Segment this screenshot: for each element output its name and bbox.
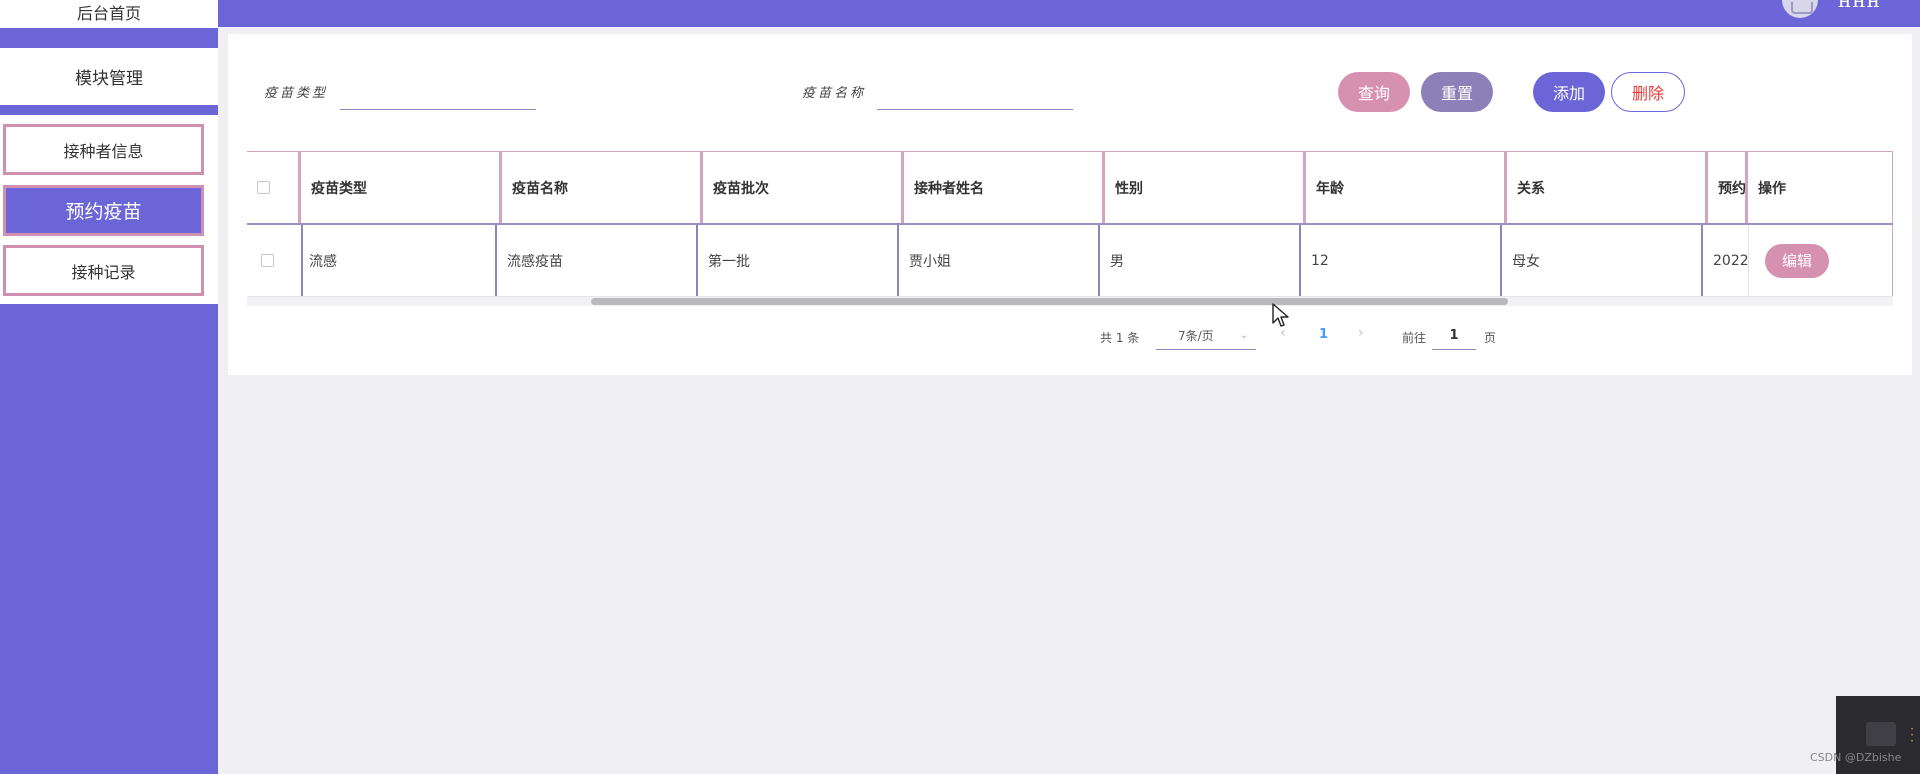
cell-vaccine-type: 流感 bbox=[301, 225, 497, 296]
top-bar bbox=[218, 0, 1920, 27]
sidebar-item-vaccination-records[interactable]: 接种记录 bbox=[3, 245, 204, 296]
sidebar-item-recipient-info[interactable]: 接种者信息 bbox=[3, 124, 204, 175]
goto-page-input[interactable] bbox=[1432, 322, 1476, 350]
vaccine-type-input[interactable] bbox=[340, 82, 536, 110]
header-actions: 操作 bbox=[1748, 152, 1893, 223]
header-vaccine-batch[interactable]: 疫苗批次 bbox=[703, 152, 904, 223]
page-number-1[interactable]: 1 bbox=[1319, 327, 1328, 342]
header-appointment[interactable]: 预约 bbox=[1708, 152, 1748, 223]
header-vaccine-name[interactable]: 疫苗名称 bbox=[502, 152, 703, 223]
more-dots-icon[interactable]: · · · bbox=[1910, 723, 1914, 747]
main-panel: 疫苗类型 疫苗名称 查询 重置 添加 删除 疫苗类型 疫苗名称 疫苗批次 接种者… bbox=[228, 34, 1912, 375]
page-size-select[interactable]: 7条/页 ⌄ bbox=[1156, 322, 1256, 350]
header-recipient-name[interactable]: 接种者姓名 bbox=[904, 152, 1105, 223]
horizontal-scrollbar-thumb[interactable] bbox=[591, 298, 1508, 305]
cell-actions: 编辑 bbox=[1748, 225, 1893, 296]
sidebar-item-book-vaccine[interactable]: 预约疫苗 bbox=[3, 185, 204, 236]
table-row[interactable]: 流感 流感疫苗 第一批 贾小姐 男 12 母女 2022-02 编辑 bbox=[247, 225, 1893, 297]
select-all-cell bbox=[247, 152, 301, 223]
cell-relationship: 母女 bbox=[1502, 225, 1703, 296]
next-page-icon[interactable]: › bbox=[1358, 325, 1364, 341]
mouse-cursor-icon bbox=[1272, 303, 1289, 327]
reset-button[interactable]: 重置 bbox=[1421, 72, 1493, 112]
cell-age: 12 bbox=[1301, 225, 1502, 296]
select-all-checkbox[interactable] bbox=[257, 181, 270, 194]
cell-gender: 男 bbox=[1100, 225, 1301, 296]
cell-vaccine-batch: 第一批 bbox=[698, 225, 899, 296]
edit-button[interactable]: 编辑 bbox=[1765, 243, 1829, 278]
header-relationship[interactable]: 关系 bbox=[1507, 152, 1708, 223]
cell-vaccine-name: 流感疫苗 bbox=[497, 225, 698, 296]
data-table: 疫苗类型 疫苗名称 疫苗批次 接种者姓名 性别 年龄 关系 预约 操作 流感 流… bbox=[247, 151, 1893, 305]
delete-button[interactable]: 删除 bbox=[1611, 72, 1685, 112]
cell-recipient-name: 贾小姐 bbox=[899, 225, 1100, 296]
table-header: 疫苗类型 疫苗名称 疫苗批次 接种者姓名 性别 年龄 关系 预约 操作 bbox=[247, 151, 1893, 225]
goto-label: 前往 bbox=[1402, 331, 1427, 345]
chevron-down-icon: ⌄ bbox=[1239, 330, 1248, 341]
vaccine-type-label: 疫苗类型 bbox=[264, 86, 329, 101]
widget-icon bbox=[1866, 722, 1896, 746]
username[interactable]: ннн bbox=[1838, 0, 1881, 12]
sidebar: 后台首页 模块管理 接种者信息 预约疫苗 接种记录 bbox=[0, 0, 218, 774]
vaccine-name-label: 疫苗名称 bbox=[802, 86, 867, 101]
row-select-cell bbox=[247, 225, 301, 296]
sidebar-item-module-management[interactable]: 模块管理 bbox=[0, 48, 218, 105]
pagination-total: 共 1 条 bbox=[1100, 331, 1140, 345]
header-vaccine-type[interactable]: 疫苗类型 bbox=[301, 152, 502, 223]
add-button[interactable]: 添加 bbox=[1533, 72, 1605, 112]
header-age[interactable]: 年龄 bbox=[1306, 152, 1507, 223]
sidebar-item-home[interactable]: 后台首页 bbox=[0, 0, 218, 28]
vaccine-name-input[interactable] bbox=[877, 82, 1073, 110]
watermark: CSDN @DZbishe bbox=[1810, 751, 1902, 764]
query-button[interactable]: 查询 bbox=[1338, 72, 1410, 112]
sidebar-submenu: 接种者信息 预约疫苗 接种记录 bbox=[0, 115, 218, 304]
header-gender[interactable]: 性别 bbox=[1105, 152, 1306, 223]
goto-suffix: 页 bbox=[1484, 331, 1497, 345]
page-size-value: 7条/页 bbox=[1178, 329, 1214, 343]
sidebar-home-label: 后台首页 bbox=[76, 4, 141, 23]
row-checkbox[interactable] bbox=[261, 254, 274, 267]
